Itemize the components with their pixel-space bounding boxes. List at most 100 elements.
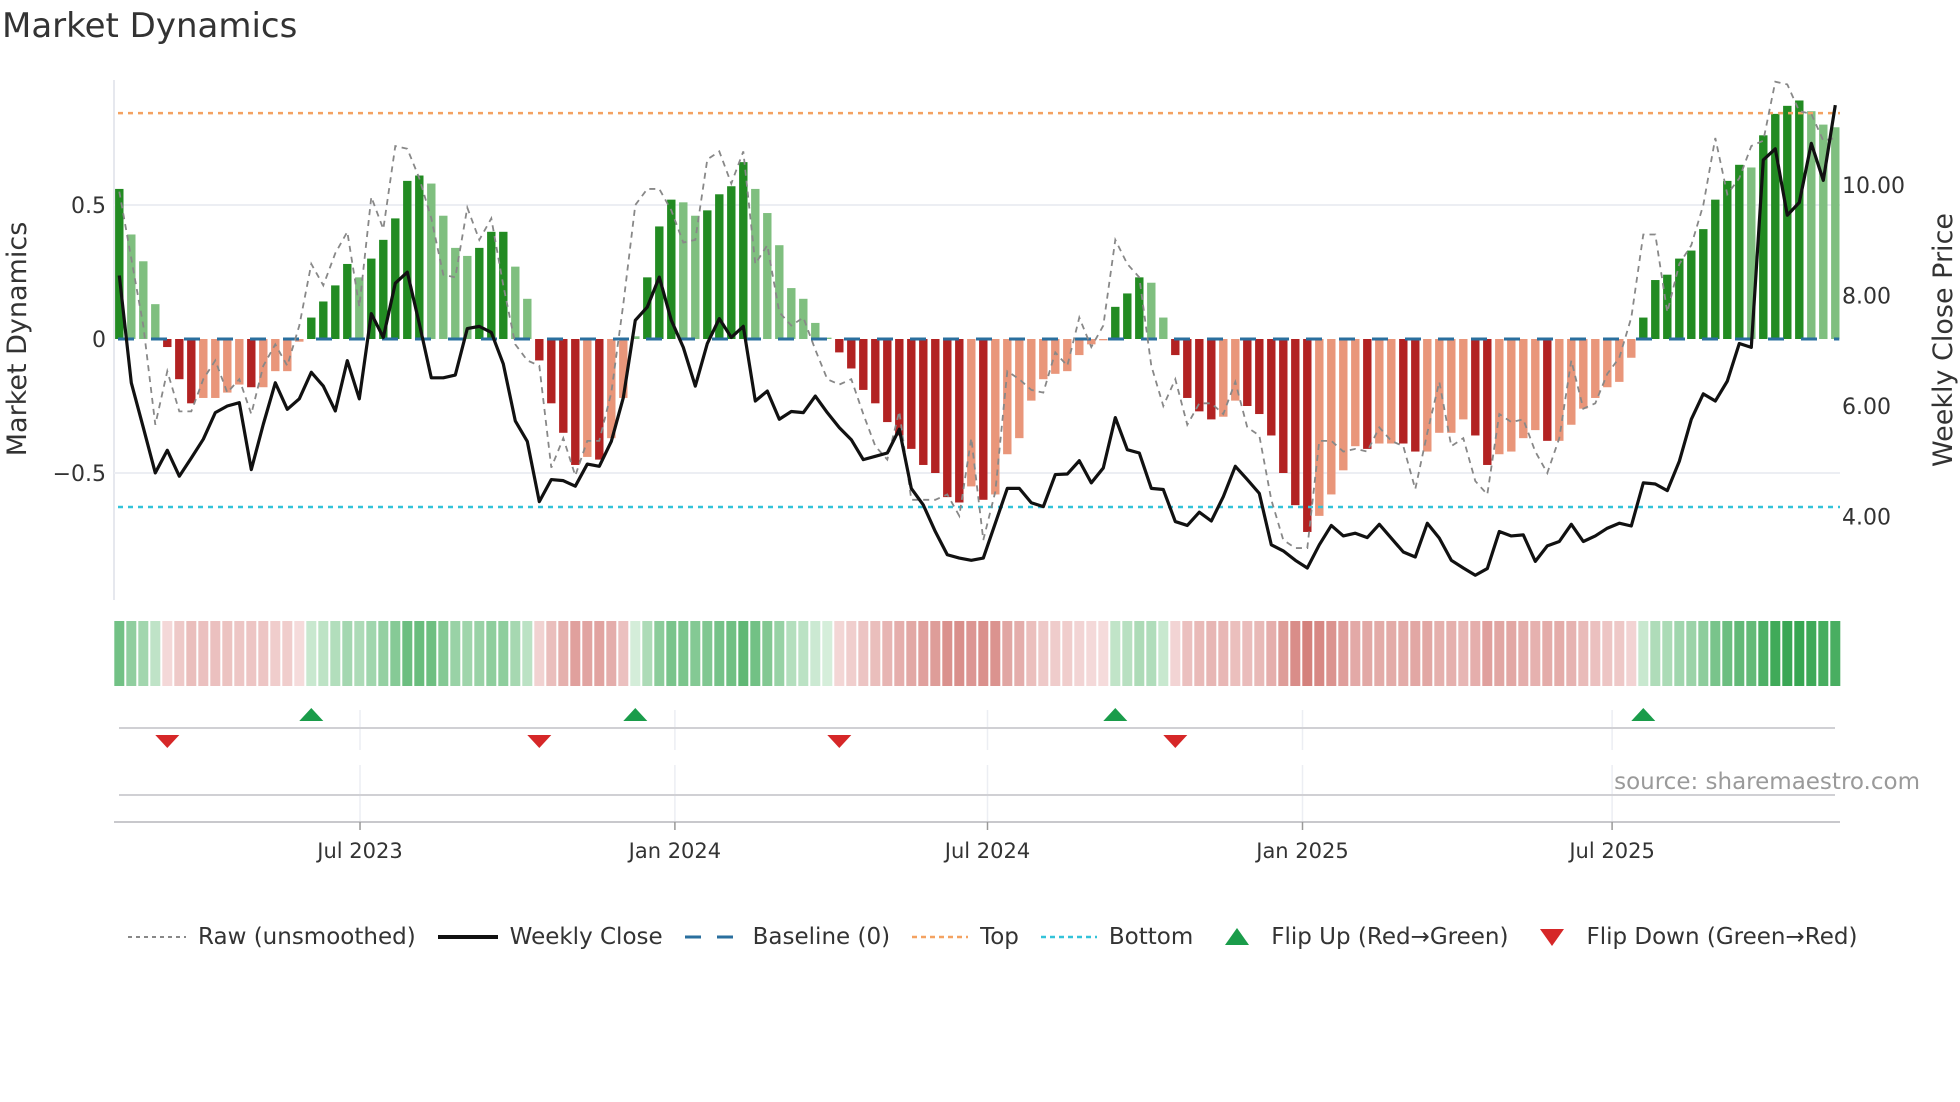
flip-panel: [114, 708, 1840, 823]
dynamics-bar: [547, 339, 556, 404]
dynamics-bar: [1291, 339, 1300, 506]
heat-cell: [1218, 621, 1229, 686]
dynamics-bar: [1531, 339, 1540, 431]
dynamics-bar: [859, 339, 868, 390]
heat-cell: [474, 621, 485, 686]
lines-layer: [117, 80, 1840, 577]
dotted-line-icon: [1040, 935, 1097, 939]
heat-cell: [810, 621, 821, 686]
dynamics-bar: [1039, 339, 1048, 380]
dynamics-bar: [1591, 339, 1600, 398]
dynamics-bar: [883, 339, 892, 423]
dynamics-bar: [1699, 229, 1708, 339]
x-tick-label: Jul 2024: [943, 839, 1030, 863]
dynamics-bar: [1627, 339, 1636, 358]
heat-cell: [822, 621, 833, 686]
heat-cell: [1614, 621, 1625, 686]
dynamics-bar: [811, 322, 820, 339]
dynamics-bar: [1795, 100, 1804, 339]
heat-cell: [906, 621, 917, 686]
y2-tick-label: 10.00: [1842, 174, 1905, 199]
dynamics-bar: [1243, 339, 1252, 406]
heat-cell: [1158, 621, 1169, 686]
dynamics-bar: [1267, 339, 1276, 436]
heat-cell: [1638, 621, 1649, 686]
dynamics-bar: [1159, 317, 1168, 339]
dynamics-bar: [1327, 339, 1336, 495]
heat-cell: [1446, 621, 1457, 686]
heat-cell: [294, 621, 305, 686]
heat-cell: [1566, 621, 1577, 686]
heat-cell: [630, 621, 641, 686]
heat-cell: [882, 621, 893, 686]
heat-cell: [1458, 621, 1469, 686]
heat-cell: [222, 621, 233, 686]
dynamics-bar: [1651, 280, 1660, 339]
heat-cell: [1002, 621, 1013, 686]
heat-cell: [1266, 621, 1277, 686]
dynamics-bar: [943, 339, 952, 498]
heat-cell: [150, 621, 161, 686]
dynamics-bar: [931, 339, 940, 473]
dynamics-bar: [1567, 339, 1576, 425]
heat-cell: [246, 621, 257, 686]
dynamics-bar: [763, 213, 772, 339]
dotted-line-icon: [912, 935, 969, 939]
heat-cell: [642, 621, 653, 686]
heat-cell: [402, 621, 413, 686]
heat-cell: [954, 621, 965, 686]
heat-cell: [450, 621, 461, 686]
dynamics-bar: [1099, 339, 1108, 341]
dynamics-bar: [523, 298, 532, 339]
heat-cell: [594, 621, 605, 686]
dynamics-bar: [1171, 339, 1180, 356]
dynamics-bar: [1195, 339, 1204, 412]
dynamics-bar: [175, 339, 184, 380]
heat-cell: [234, 621, 245, 686]
heat-cell: [894, 621, 905, 686]
flip-up-marker: [299, 708, 324, 721]
heat-cell: [114, 621, 125, 686]
dynamics-bar: [331, 285, 340, 339]
heat-cell: [1674, 621, 1685, 686]
dynamics-bar: [247, 339, 256, 388]
heat-cell: [1362, 621, 1373, 686]
heat-cell: [522, 621, 533, 686]
heat-cell: [978, 621, 989, 686]
heat-cell: [606, 621, 617, 686]
heat-cell: [174, 621, 185, 686]
heat-cell: [1098, 621, 1109, 686]
heat-cell: [942, 621, 953, 686]
heat-cell: [702, 621, 713, 686]
heat-cell: [570, 621, 581, 686]
source-label: source: sharemaestro.com: [1614, 769, 1920, 795]
heat-cell: [486, 621, 497, 686]
dynamics-bar: [1735, 164, 1744, 339]
legend-label: Flip Up (Red→Green): [1271, 924, 1509, 950]
heat-cell: [414, 621, 425, 686]
flip-up-marker: [623, 708, 648, 721]
dashed-line-icon: [684, 935, 741, 939]
heat-cell: [1074, 621, 1085, 686]
flip-down-marker: [827, 735, 852, 748]
dynamics-bar: [1831, 127, 1840, 339]
y2-tick-label: 4.00: [1842, 506, 1891, 531]
dynamics-bar: [1207, 339, 1216, 420]
legend-label: Baseline (0): [752, 924, 891, 950]
triangle-up-icon: [1225, 928, 1250, 945]
heat-cell: [798, 621, 809, 686]
heat-cell: [282, 621, 293, 686]
dynamics-bar: [1519, 339, 1528, 439]
heat-cell: [1302, 621, 1313, 686]
dynamics-bar: [1543, 339, 1552, 441]
heat-cell: [1746, 621, 1757, 686]
heat-cell: [1470, 621, 1481, 686]
heat-cell: [210, 621, 221, 686]
heat-cell: [714, 621, 725, 686]
dynamics-bar: [1471, 339, 1480, 436]
heat-cell: [1026, 621, 1037, 686]
dynamics-bar: [727, 186, 736, 339]
flip-down-marker: [527, 735, 552, 748]
heat-cell: [1758, 621, 1769, 686]
dynamics-bar: [1675, 258, 1684, 339]
